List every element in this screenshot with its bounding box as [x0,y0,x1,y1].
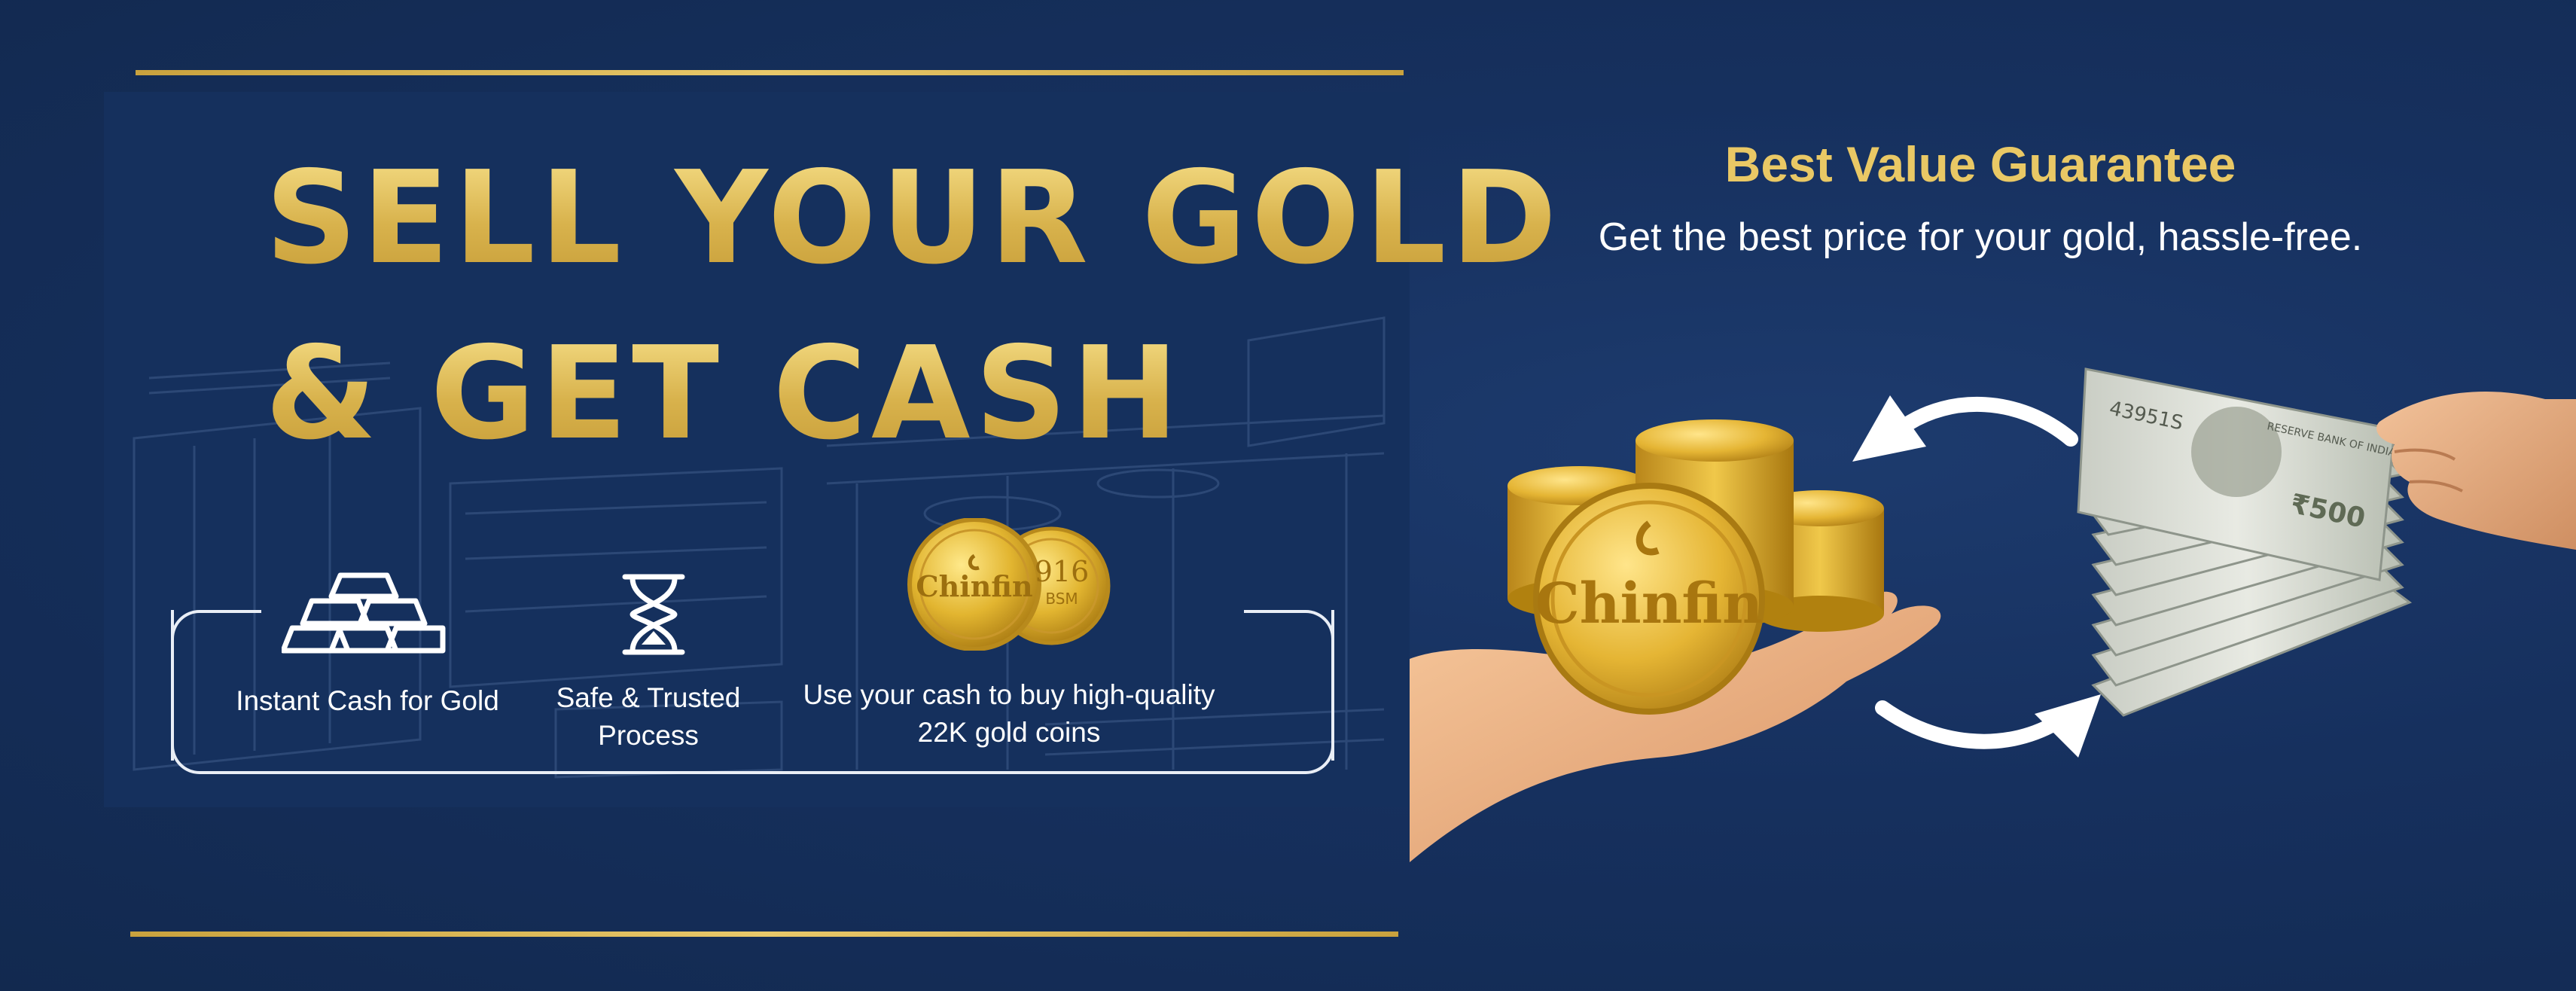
best-value-subtitle: Get the best price for your gold, hassle… [1598,215,2363,259]
gold-coins-icon: Chinfin 916 BSM [907,518,1111,651]
feature-buy-gold-coins-label: Use your cash to buy high-quality 22K go… [803,679,1215,748]
best-value-title: Best Value Guarantee [1724,136,2236,192]
hero-coin-brand: Chinfin [1535,572,1763,636]
headline-line-1: SELL YOUR GOLD [265,144,1562,293]
gold-bars-icon [282,572,446,654]
headline-line-2: & GET CASH [265,319,1184,468]
top-gold-rule [136,70,1404,75]
hourglass-icon [622,574,685,655]
sell-gold-banner: SELL YOUR GOLD & GET CASH Instant Cash f… [0,0,2576,991]
arrow-to-coins-icon [1852,395,2078,462]
cash-banknotes-illustration: 43951S ₹500 RESERVE BANK OF INDIA [2077,367,2576,717]
feature-instant-cash-label: Instant Cash for Gold [236,685,499,716]
small-coin-purity-sub: BSM [1045,590,1078,608]
small-coin-brand: Chinfin [916,569,1032,603]
bottom-gold-rule [130,932,1398,937]
feature-safe-trusted-label: Safe & Trusted Process [556,682,741,751]
small-coin-purity: 916 [1035,555,1090,588]
